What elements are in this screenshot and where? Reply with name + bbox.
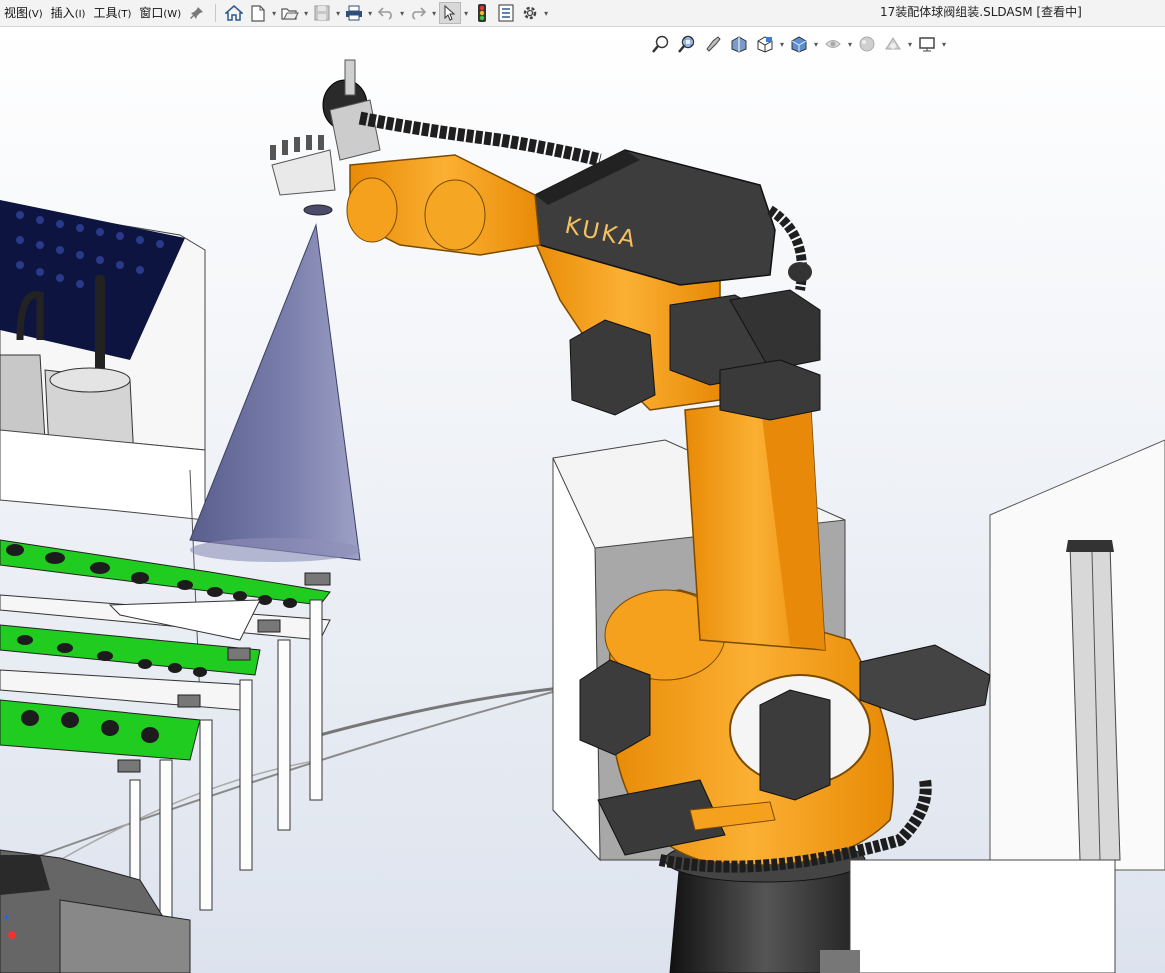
traffic-light-icon[interactable] (471, 2, 493, 24)
pin-icon[interactable] (186, 2, 208, 24)
hide-show-items-icon[interactable] (822, 33, 844, 55)
svg-text:✦: ✦ (3, 913, 10, 922)
redo-dropdown-caret[interactable]: ▾ (430, 9, 438, 18)
previous-view-icon[interactable] (702, 33, 724, 55)
menu-window[interactable]: 窗口(W) (135, 0, 185, 26)
heads-up-view-toolbar: ▾ ▾ ▾ ▾ ▾ (648, 30, 948, 58)
print-icon[interactable] (343, 2, 365, 24)
document-title: 17装配体球阀组装.SLDASM [查看中] (880, 5, 1082, 19)
open-folder-icon[interactable] (279, 2, 301, 24)
zoom-to-fit-icon[interactable] (650, 33, 672, 55)
toolbar-separator (215, 4, 217, 22)
zoom-to-area-icon[interactable] (676, 33, 698, 55)
undo-dropdown-caret[interactable]: ▾ (398, 9, 406, 18)
redo-icon[interactable] (407, 2, 429, 24)
foreground-panel (849, 859, 1116, 973)
select-arrow-icon[interactable] (439, 2, 462, 24)
view-orientation-caret[interactable]: ▾ (778, 40, 786, 49)
section-view-icon[interactable] (728, 33, 750, 55)
home-icon[interactable] (223, 2, 245, 24)
view-settings-caret[interactable]: ▾ (940, 40, 948, 49)
undo-icon[interactable] (375, 2, 397, 24)
print-dropdown-caret[interactable]: ▾ (366, 9, 374, 18)
file-properties-icon[interactable] (495, 2, 517, 24)
options-dropdown-caret[interactable]: ▾ (542, 9, 550, 18)
menu-insert[interactable]: 插入(I) (47, 0, 90, 26)
open-dropdown-caret[interactable]: ▾ (302, 9, 310, 18)
apply-scene-caret[interactable]: ▾ (906, 40, 914, 49)
options-gear-icon[interactable] (519, 2, 541, 24)
new-dropdown-caret[interactable]: ▾ (270, 9, 278, 18)
save-dropdown-caret[interactable]: ▾ (334, 9, 342, 18)
select-dropdown-caret[interactable]: ▾ (462, 9, 470, 18)
graphics-viewport[interactable]: ✦ KUKA (0, 27, 1165, 973)
apply-scene-icon[interactable] (882, 33, 904, 55)
hide-show-caret[interactable]: ▾ (846, 40, 854, 49)
right-cabinet (989, 439, 1165, 871)
save-icon[interactable] (311, 2, 333, 24)
edit-appearance-icon[interactable] (856, 33, 878, 55)
view-settings-icon[interactable] (916, 33, 938, 55)
new-document-icon[interactable] (247, 2, 269, 24)
display-style-caret[interactable]: ▾ (812, 40, 820, 49)
display-style-icon[interactable] (788, 33, 810, 55)
menu-tools[interactable]: 工具(T) (89, 0, 135, 26)
menu-view[interactable]: 视图(V) (0, 0, 47, 26)
view-orientation-icon[interactable] (754, 33, 776, 55)
